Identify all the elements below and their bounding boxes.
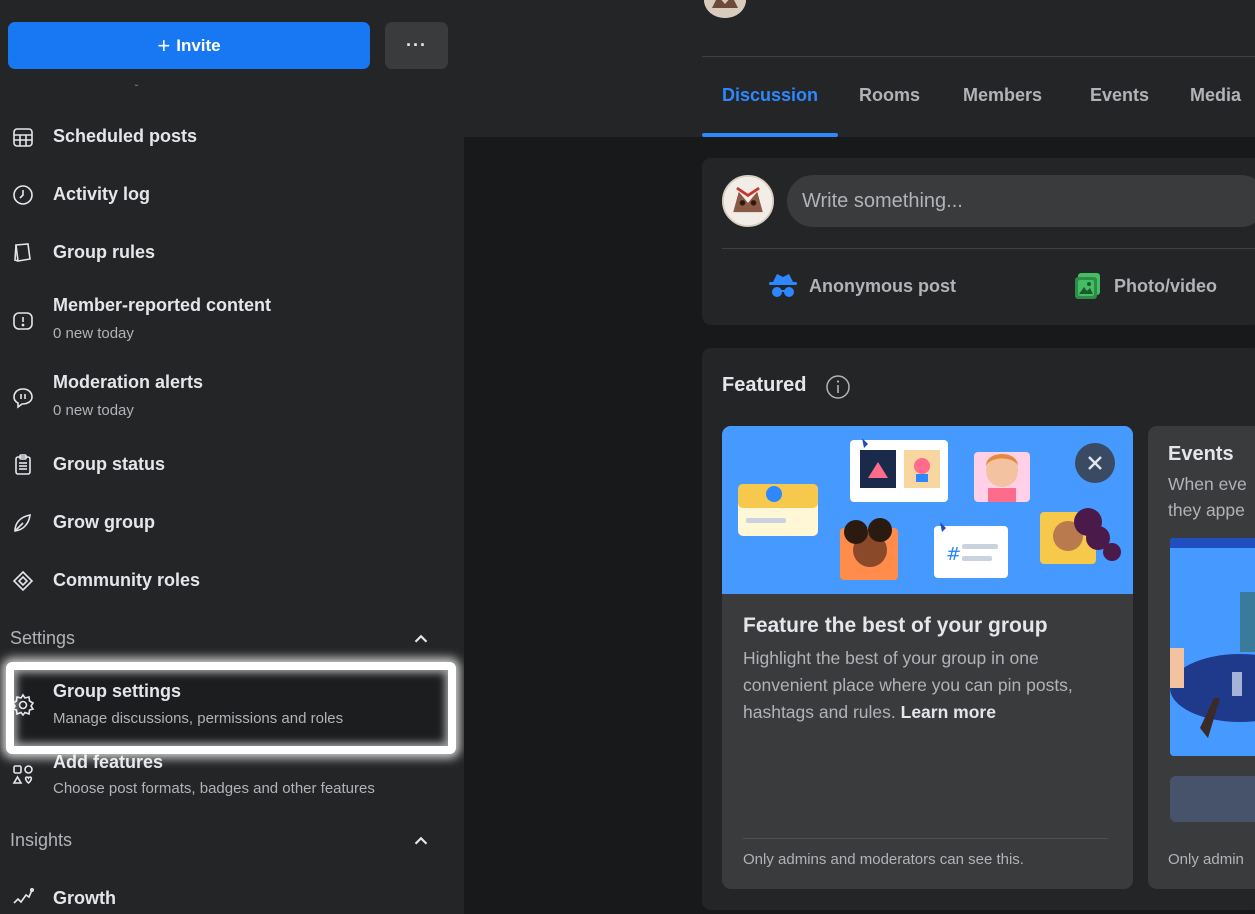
sidebar-item-label: Grow group [53, 512, 155, 532]
events-card-heading: Events [1168, 443, 1234, 465]
composer-divider [722, 248, 1255, 249]
sidebar-item-label: Scheduled posts [53, 126, 198, 146]
calendar-grid-icon [8, 122, 38, 152]
invite-label: Invite [176, 35, 221, 55]
sidebar-item-sublabel: Choose post formats, badges and other fe… [53, 780, 375, 797]
card-footer-divider [743, 838, 1108, 839]
sidebar-item-member-reported-content[interactable]: Member-reported content 0 new today [0, 290, 464, 350]
header-divider [702, 56, 1255, 57]
sidebar-item-label: Group rules [53, 242, 156, 262]
events-card-text: they appe [1168, 500, 1245, 520]
active-tab-indicator [702, 133, 838, 137]
sidebar-item-group-status[interactable]: Group status [0, 446, 464, 486]
sidebar-item-group-settings[interactable]: Group settings Manage discussions, permi… [0, 676, 464, 736]
card-footer-note: Only admins and moderators can see this. [743, 851, 1024, 868]
events-card-footer: Only admin [1168, 851, 1244, 868]
sidebar-item-growth[interactable]: Growth [0, 880, 464, 914]
clipboard-icon [8, 450, 38, 480]
tab-events[interactable]: Events [1090, 85, 1149, 106]
sidebar-item-label: Group status [53, 454, 166, 474]
chevron-up-icon[interactable] [410, 830, 432, 852]
anonymous-icon [769, 274, 797, 297]
tab-discussion[interactable]: Discussion [722, 85, 818, 106]
sidebar-item-scheduled-posts[interactable]: Scheduled posts [0, 118, 464, 158]
svg-text:#: # [946, 544, 961, 565]
sidebar-item-label: Activity log [53, 184, 151, 204]
info-icon[interactable] [825, 374, 851, 400]
sidebar-item-label: Group settings [53, 681, 182, 701]
diamond-icon [8, 566, 38, 596]
growth-chart-icon [8, 882, 38, 912]
events-illustration [1170, 538, 1255, 756]
featured-card-body: Highlight the best of your group in one … [743, 645, 1113, 726]
sidebar-item-add-features[interactable]: Add features Choose post formats, badges… [0, 748, 464, 802]
sidebar-item-community-roles[interactable]: Community roles [0, 562, 464, 602]
insights-section-title: Insights [10, 830, 73, 850]
tab-rooms[interactable]: Rooms [859, 85, 920, 106]
photo-video-label: Photo/video [1114, 275, 1217, 296]
sidebar-item-label: Growth [53, 888, 116, 908]
photo-video-icon [1075, 273, 1100, 299]
invite-button[interactable]: + Invite [8, 22, 370, 69]
book-icon [8, 238, 38, 268]
sidebar-item-moderation-alerts[interactable]: Moderation alerts 0 new today [0, 367, 464, 427]
group-header [464, 0, 1255, 137]
sidebar-item-group-rules[interactable]: Group rules [0, 234, 464, 274]
sidebar-item-sublabel: 0 new today [53, 402, 134, 419]
featured-card-heading: Feature the best of your group [743, 614, 1048, 637]
learn-more-link[interactable]: Learn more [901, 702, 996, 722]
sidebar-item-label: Member-reported content [53, 295, 272, 315]
sidebar-item-label: Community roles [53, 570, 201, 590]
featured-illustration: # [722, 426, 1133, 594]
sidebar-item-sublabel: Manage discussions, permissions and role… [53, 710, 344, 727]
dismiss-button[interactable] [1075, 443, 1115, 483]
sidebar-item-label: Add features [53, 752, 164, 772]
featured-title: Featured [722, 374, 807, 396]
tab-members[interactable]: Members [963, 85, 1042, 106]
sidebar-item-label: Moderation alerts [53, 372, 204, 392]
scroll-fragment: ˘ [135, 84, 139, 95]
admin-sidebar: + Invite ··· ˘ Scheduled posts Activity … [0, 0, 464, 914]
plus-icon: + [157, 32, 171, 58]
sidebar-item-grow-group[interactable]: Grow group [0, 504, 464, 544]
tab-media[interactable]: Media [1190, 85, 1241, 106]
more-options-button[interactable]: ··· [385, 22, 448, 69]
settings-section-title: Settings [10, 628, 76, 648]
events-card-text: When eve [1168, 474, 1247, 494]
sidebar-item-activity-log[interactable]: Activity log [0, 176, 464, 216]
chevron-up-icon[interactable] [410, 628, 432, 650]
user-avatar[interactable] [722, 175, 774, 227]
report-icon [8, 306, 38, 336]
write-something-input[interactable] [787, 175, 1255, 227]
events-card-button[interactable] [1170, 776, 1255, 822]
grow-icon [8, 508, 38, 538]
anonymous-post-label: Anonymous post [809, 275, 956, 296]
close-icon [1088, 456, 1102, 470]
anonymous-post-button[interactable]: Anonymous post [767, 268, 956, 304]
sidebar-item-sublabel: 0 new today [53, 325, 134, 342]
clock-icon [8, 180, 38, 210]
more-icon: ··· [406, 35, 427, 55]
photo-video-button[interactable]: Photo/video [1072, 268, 1217, 304]
shapes-icon [8, 760, 38, 790]
alert-bubble-icon [8, 383, 38, 413]
gear-icon [8, 690, 38, 720]
